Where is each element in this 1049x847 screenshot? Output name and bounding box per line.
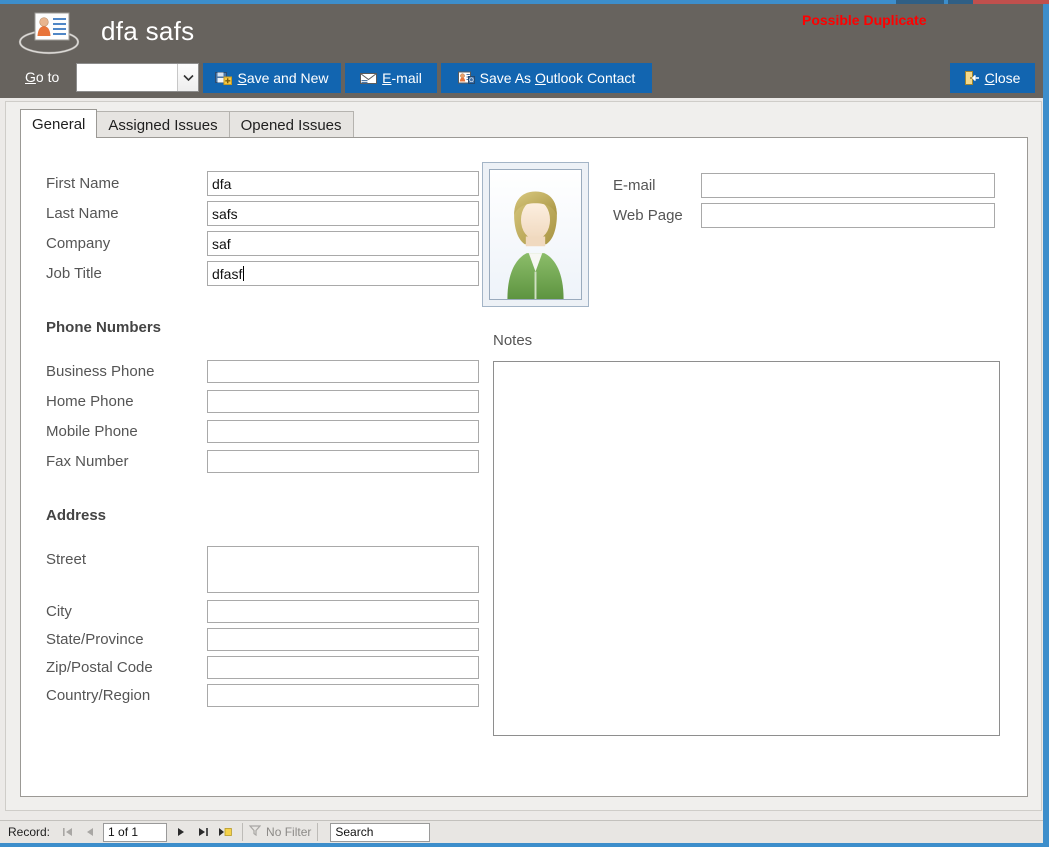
form-content-panel: General Assigned Issues Opened Issues Fi… (5, 101, 1042, 811)
goto-combo-value[interactable] (77, 64, 177, 91)
record-position-input[interactable]: 1 of 1 (103, 822, 168, 842)
home-phone-input[interactable] (207, 390, 479, 413)
close-button[interactable]: Close (950, 63, 1035, 93)
address-heading: Address (46, 507, 107, 524)
goto-label-rest: o to (35, 69, 60, 85)
state-province-label: State/Province (46, 631, 144, 648)
form-header: dfa safs Possible Duplicate Go to Save a… (0, 4, 1049, 98)
filter-status[interactable]: No Filter (248, 825, 312, 839)
first-name-label: First Name (46, 175, 120, 192)
job-title-label: Job Title (46, 265, 102, 282)
phone-numbers-heading: Phone Numbers (46, 319, 162, 336)
city-input[interactable] (207, 600, 479, 623)
goto-label: Go to (25, 69, 59, 85)
search-input[interactable]: Search (330, 822, 431, 842)
country-region-label: Country/Region (46, 687, 151, 704)
save-as-outlook-contact-button[interactable]: O Save As Outlook Contact (441, 63, 652, 93)
close-door-icon (964, 71, 980, 85)
possible-duplicate-warning: Possible Duplicate (802, 12, 927, 28)
street-input[interactable] (207, 546, 479, 593)
chevron-down-icon[interactable] (177, 64, 198, 91)
filter-icon (248, 825, 262, 839)
status-divider-1 (242, 823, 244, 841)
outlook-contact-icon: O (457, 71, 475, 85)
record-label: Record: (8, 825, 51, 839)
job-title-input[interactable]: dfasf (207, 261, 479, 286)
window-edge-right (1043, 4, 1049, 847)
zip-postal-code-label: Zip/Postal Code (46, 659, 153, 676)
last-name-input[interactable]: safs (207, 201, 479, 226)
country-region-input[interactable] (207, 684, 479, 707)
notes-input[interactable] (493, 361, 1000, 736)
tab-opened-issues[interactable]: Opened Issues (228, 111, 354, 138)
email-label: E-mail (613, 177, 656, 194)
envelope-icon (360, 72, 378, 85)
email-label: E-mail (382, 70, 422, 86)
zip-postal-code-input[interactable] (207, 656, 479, 679)
svg-text:O: O (469, 78, 474, 84)
notes-label: Notes (493, 332, 533, 349)
filter-label: No Filter (266, 825, 312, 839)
tab-strip: General Assigned Issues Opened Issues (20, 109, 354, 138)
goto-combo[interactable] (76, 63, 199, 92)
contact-photo-placeholder (489, 169, 582, 300)
previous-record-icon[interactable] (78, 823, 100, 842)
contact-photo[interactable] (482, 162, 589, 307)
fax-number-input[interactable] (207, 450, 479, 473)
tab-assigned-issues[interactable]: Assigned Issues (96, 111, 230, 138)
web-page-label: Web Page (613, 207, 683, 224)
save-and-new-button[interactable]: Save and New (203, 63, 341, 93)
first-record-icon[interactable] (56, 823, 78, 842)
save-and-new-label: Save and New (237, 70, 329, 86)
last-name-label: Last Name (46, 205, 119, 222)
last-record-icon[interactable] (192, 823, 214, 842)
email-input[interactable] (701, 173, 995, 198)
mobile-phone-label: Mobile Phone (46, 423, 138, 440)
page-title: dfa safs (101, 16, 195, 46)
save-new-icon (215, 71, 233, 86)
business-phone-label: Business Phone (46, 363, 155, 380)
state-province-input[interactable] (207, 628, 479, 651)
company-label: Company (46, 235, 111, 252)
fax-number-label: Fax Number (46, 453, 129, 470)
web-page-input[interactable] (701, 203, 995, 228)
tab-general[interactable]: General (20, 109, 98, 138)
next-record-icon[interactable] (170, 823, 192, 842)
home-phone-label: Home Phone (46, 393, 134, 410)
goto-accel: G (25, 69, 36, 85)
access-contact-form-window: dfa safs Possible Duplicate Go to Save a… (0, 0, 1049, 847)
save-as-outlook-label: Save As Outlook Contact (479, 70, 636, 86)
contact-card-icon (18, 10, 80, 56)
record-navigation-bar: Record: 1 of 1 No Filter Search (0, 820, 1049, 843)
new-record-icon[interactable] (214, 823, 236, 842)
street-label: Street (46, 551, 87, 568)
window-edge-bottom (0, 843, 1049, 847)
city-label: City (46, 603, 72, 620)
close-label: Close (984, 70, 1021, 86)
first-name-input[interactable]: dfa (207, 171, 479, 196)
status-divider-2 (317, 823, 319, 841)
email-button[interactable]: E-mail (345, 63, 437, 93)
business-phone-input[interactable] (207, 360, 479, 383)
mobile-phone-input[interactable] (207, 420, 479, 443)
company-input[interactable]: saf (207, 231, 479, 256)
